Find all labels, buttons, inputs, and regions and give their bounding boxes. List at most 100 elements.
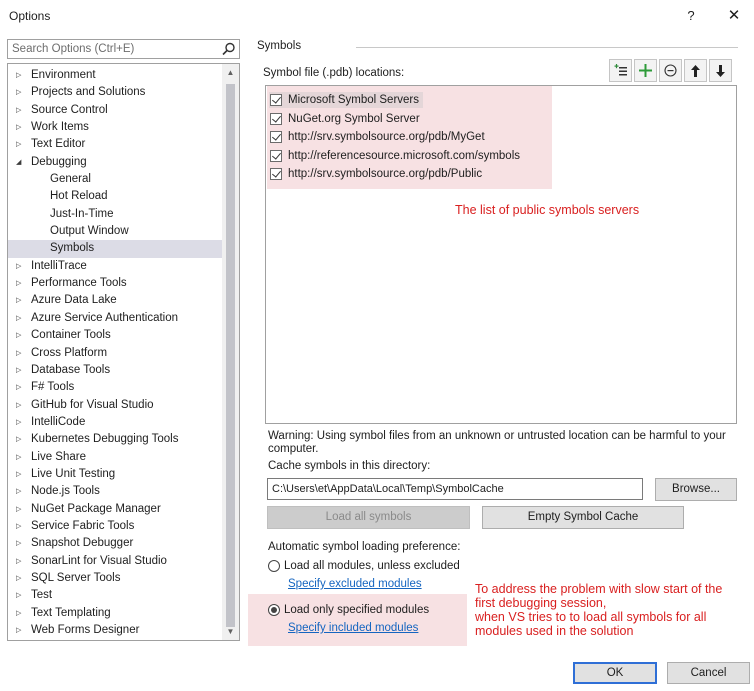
browse-button[interactable]: Browse... <box>655 478 737 501</box>
collapsed-arrow-icon[interactable]: ▷ <box>16 362 26 379</box>
specify-included-link[interactable]: Specify included modules <box>288 622 418 634</box>
tree-item-snapshot-debugger[interactable]: ▷ Snapshot Debugger <box>8 535 222 552</box>
tree-item-node-js-tools[interactable]: ▷ Node.js Tools <box>8 483 222 500</box>
tree-item-hot-reload[interactable]: Hot Reload <box>8 188 222 205</box>
tree-item-label: IntelliTrace <box>31 259 87 272</box>
close-button[interactable]: ✕ <box>722 6 746 26</box>
tree-item-label: Work Items <box>31 121 89 134</box>
scroll-thumb[interactable] <box>226 84 235 627</box>
collapsed-arrow-icon[interactable]: ▷ <box>16 379 26 396</box>
collapsed-arrow-icon[interactable]: ▷ <box>16 622 26 639</box>
tree-item-debugging[interactable]: ◢ Debugging <box>8 154 222 171</box>
search-icon[interactable] <box>222 42 236 56</box>
tree-item-text-templating[interactable]: ▷ Text Templating <box>8 605 222 622</box>
radio-button[interactable] <box>268 560 280 572</box>
collapsed-arrow-icon[interactable]: ▷ <box>16 449 26 466</box>
collapsed-arrow-icon[interactable]: ▷ <box>16 570 26 587</box>
tree-item-live-unit-testing[interactable]: ▷ Live Unit Testing <box>8 466 222 483</box>
expanded-arrow-icon[interactable]: ◢ <box>16 154 26 171</box>
tree-item-database-tools[interactable]: ▷ Database Tools <box>8 362 222 379</box>
empty-symbol-cache-button[interactable]: Empty Symbol Cache <box>482 506 684 529</box>
tree-item-web-forms-designer[interactable]: ▷ Web Forms Designer <box>8 622 222 639</box>
collapsed-arrow-icon[interactable]: ▷ <box>16 397 26 414</box>
tree-item-output-window[interactable]: Output Window <box>8 223 222 240</box>
checkbox-checked[interactable] <box>270 131 282 143</box>
tree-item-container-tools[interactable]: ▷ Container Tools <box>8 327 222 344</box>
checkbox-checked[interactable] <box>270 149 282 162</box>
checkbox-checked[interactable] <box>270 168 282 180</box>
collapsed-arrow-icon[interactable]: ▷ <box>16 535 26 552</box>
remove-location-button[interactable] <box>659 59 682 82</box>
annotation-line: modules used in the solution <box>475 624 634 638</box>
tree-item-test[interactable]: ▷ Test <box>8 587 222 604</box>
cancel-button[interactable]: Cancel <box>667 662 750 684</box>
tree-item-work-items[interactable]: ▷ Work Items <box>8 119 222 136</box>
collapsed-arrow-icon[interactable]: ▷ <box>16 84 26 101</box>
tree-item-performance-tools[interactable]: ▷ Performance Tools <box>8 275 222 292</box>
collapsed-arrow-icon[interactable]: ▷ <box>16 119 26 136</box>
tree-item-github-for-visual-studio[interactable]: ▷ GitHub for Visual Studio <box>8 397 222 414</box>
collapsed-arrow-icon[interactable]: ▷ <box>16 102 26 119</box>
collapsed-arrow-icon[interactable]: ▷ <box>16 67 26 84</box>
tree-item-intellitrace[interactable]: ▷ IntelliTrace <box>8 258 222 275</box>
collapsed-arrow-icon[interactable]: ▷ <box>16 414 26 431</box>
tree-item-environment[interactable]: ▷ Environment <box>8 67 222 84</box>
collapsed-arrow-icon[interactable]: ▷ <box>16 605 26 622</box>
collapsed-arrow-icon[interactable]: ▷ <box>16 345 26 362</box>
load-all-symbols-button[interactable]: Load all symbols <box>267 506 470 529</box>
collapsed-arrow-icon[interactable]: ▷ <box>16 466 26 483</box>
collapsed-arrow-icon[interactable]: ▷ <box>16 310 26 327</box>
scroll-up-icon[interactable]: ▲ <box>222 64 239 81</box>
tree-item-source-control[interactable]: ▷ Source Control <box>8 102 222 119</box>
collapsed-arrow-icon[interactable]: ▷ <box>16 587 26 604</box>
collapsed-arrow-icon[interactable]: ▷ <box>16 518 26 535</box>
move-down-button[interactable] <box>709 59 732 82</box>
tree-item-azure-service-authentication[interactable]: ▷ Azure Service Authentication <box>8 310 222 327</box>
tree-item-symbols[interactable]: Symbols <box>8 240 222 258</box>
move-up-button[interactable] <box>684 59 707 82</box>
collapsed-arrow-icon[interactable]: ▷ <box>16 327 26 344</box>
tree-item-service-fabric-tools[interactable]: ▷ Service Fabric Tools <box>8 518 222 535</box>
cache-label: Cache symbols in this directory: <box>268 460 431 472</box>
ok-button[interactable]: OK <box>573 662 657 684</box>
tree-item-just-in-time[interactable]: Just-In-Time <box>8 206 222 223</box>
collapsed-arrow-icon[interactable]: ▷ <box>16 275 26 292</box>
tree-item-sql-server-tools[interactable]: ▷ SQL Server Tools <box>8 570 222 587</box>
tree-list: ▷ Environment ▷ Projects and Solutions ▷ Sour… <box>8 67 222 639</box>
tree-item-label: Container Tools <box>31 329 111 342</box>
tree-item-general[interactable]: General <box>8 171 222 188</box>
tree-item-label: SQL Server Tools <box>31 571 121 584</box>
tree-item-intellicode[interactable]: ▷ IntelliCode <box>8 414 222 431</box>
collapsed-arrow-icon[interactable]: ▷ <box>16 483 26 500</box>
collapsed-arrow-icon[interactable]: ▷ <box>16 501 26 518</box>
collapsed-arrow-icon[interactable]: ▷ <box>16 258 26 275</box>
cache-directory-input[interactable] <box>267 478 643 500</box>
tree-item-projects-and-solutions[interactable]: ▷ Projects and Solutions <box>8 84 222 101</box>
help-button[interactable]: ? <box>680 6 702 26</box>
tree-item-label: Environment <box>31 69 96 81</box>
collapsed-arrow-icon[interactable]: ▷ <box>16 136 26 153</box>
tree-item-kubernetes-debugging-tools[interactable]: ▷ Kubernetes Debugging Tools <box>8 431 222 448</box>
tree-item-nuget-package-manager[interactable]: ▷ NuGet Package Manager <box>8 501 222 518</box>
radio-button-selected[interactable] <box>268 604 280 616</box>
tree-item-f-tools[interactable]: ▷ F# Tools <box>8 379 222 396</box>
tree-item-azure-data-lake[interactable]: ▷ Azure Data Lake <box>8 292 222 309</box>
checkbox-checked[interactable] <box>270 94 282 106</box>
add-location-button[interactable] <box>634 59 657 82</box>
search-input[interactable] <box>8 40 213 58</box>
add-separator-button[interactable] <box>609 59 632 82</box>
checkbox-checked[interactable] <box>270 112 282 125</box>
specify-excluded-link[interactable]: Specify excluded modules <box>288 578 422 590</box>
tree-item-sonarlint-for-visual-studio[interactable]: ▷ SonarLint for Visual Studio <box>8 553 222 570</box>
arrow-down-icon <box>716 65 725 77</box>
tree-scrollbar[interactable]: ▲ ▼ <box>222 64 239 640</box>
tree-item-text-editor[interactable]: ▷ Text Editor <box>8 136 222 153</box>
collapsed-arrow-icon[interactable]: ▷ <box>16 431 26 448</box>
tree-item-live-share[interactable]: ▷ Live Share <box>8 449 222 466</box>
scroll-down-icon[interactable]: ▼ <box>222 623 239 640</box>
tree-item-label: Text Templating <box>31 606 111 619</box>
tree-item-label: IntelliCode <box>31 415 86 428</box>
tree-item-cross-platform[interactable]: ▷ Cross Platform <box>8 345 222 362</box>
collapsed-arrow-icon[interactable]: ▷ <box>16 553 26 570</box>
collapsed-arrow-icon[interactable]: ▷ <box>16 292 26 309</box>
